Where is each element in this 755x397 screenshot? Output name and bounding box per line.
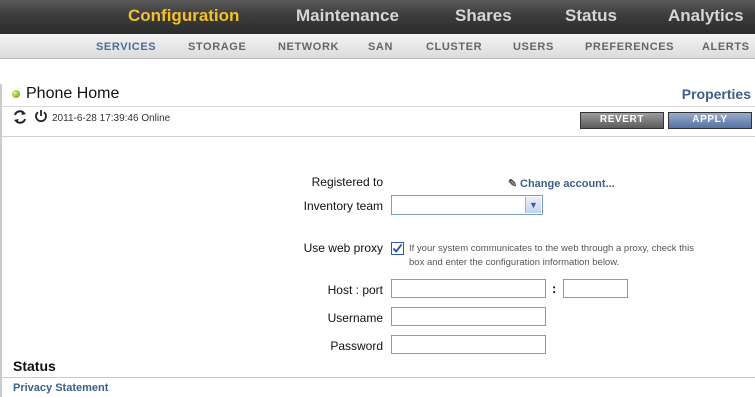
nav-tab-analytics[interactable]: Analytics [668, 6, 744, 26]
properties-link[interactable]: Properties [682, 86, 751, 102]
inventory-team-select[interactable]: ▼ [391, 195, 543, 215]
nav-tab-shares[interactable]: Shares [455, 6, 512, 26]
main-content: Phone Home Properties 2011-6-28 17:39:46… [0, 84, 755, 397]
privacy-statement-link[interactable]: Privacy Statement [13, 382, 108, 394]
registered-to-label: Registered to [311, 175, 383, 189]
power-icon[interactable] [34, 109, 48, 123]
subnav-san[interactable]: SAN [368, 41, 393, 53]
refresh-icon[interactable] [12, 109, 28, 125]
checkmark-icon [392, 243, 403, 253]
subnav-storage[interactable]: STORAGE [188, 41, 246, 53]
host-input[interactable] [391, 279, 546, 298]
page-title: Phone Home [26, 85, 120, 102]
subnav-network[interactable]: NETWORK [278, 41, 339, 53]
use-web-proxy-label: Use web proxy [303, 241, 383, 255]
online-status-icon [12, 90, 20, 98]
subnav-preferences[interactable]: PREFERENCES [585, 41, 674, 53]
username-label: Username [327, 311, 383, 325]
apply-button[interactable]: APPLY [668, 112, 752, 129]
inventory-team-label: Inventory team [303, 199, 383, 213]
change-account-link[interactable]: ✎ Change account... [508, 177, 615, 190]
password-input[interactable] [391, 335, 546, 354]
title-row: Phone Home Properties [2, 84, 755, 107]
divider [2, 377, 755, 378]
host-port-separator: : [552, 281, 557, 296]
username-input[interactable] [391, 307, 546, 326]
password-label: Password [330, 339, 383, 353]
subnav-services[interactable]: SERVICES [96, 41, 156, 53]
use-web-proxy-checkbox[interactable] [391, 242, 404, 255]
revert-button[interactable]: REVERT [580, 112, 664, 129]
nav-tab-configuration[interactable]: Configuration [128, 6, 239, 26]
pencil-icon: ✎ [508, 178, 518, 190]
status-section-heading: Status [13, 358, 56, 374]
nav-tab-maintenance[interactable]: Maintenance [296, 6, 399, 26]
chevron-down-icon[interactable]: ▼ [525, 197, 541, 213]
service-status-text: 2011-6-28 17:39:46 Online [52, 113, 171, 124]
web-proxy-description: If your system communicates to the web t… [409, 243, 694, 268]
host-port-label: Host : port [327, 283, 383, 297]
subnav-cluster[interactable]: CLUSTER [426, 41, 482, 53]
sub-navigation-bar: SERVICES STORAGE NETWORK SAN CLUSTER USE… [0, 34, 755, 59]
subnav-alerts[interactable]: ALERTS [702, 41, 750, 53]
top-navigation-bar: Configuration Maintenance Shares Status … [0, 0, 755, 34]
subnav-users[interactable]: USERS [513, 41, 554, 53]
change-account-label: Change account... [520, 178, 615, 190]
port-input[interactable] [563, 279, 628, 298]
nav-tab-status[interactable]: Status [565, 6, 617, 26]
